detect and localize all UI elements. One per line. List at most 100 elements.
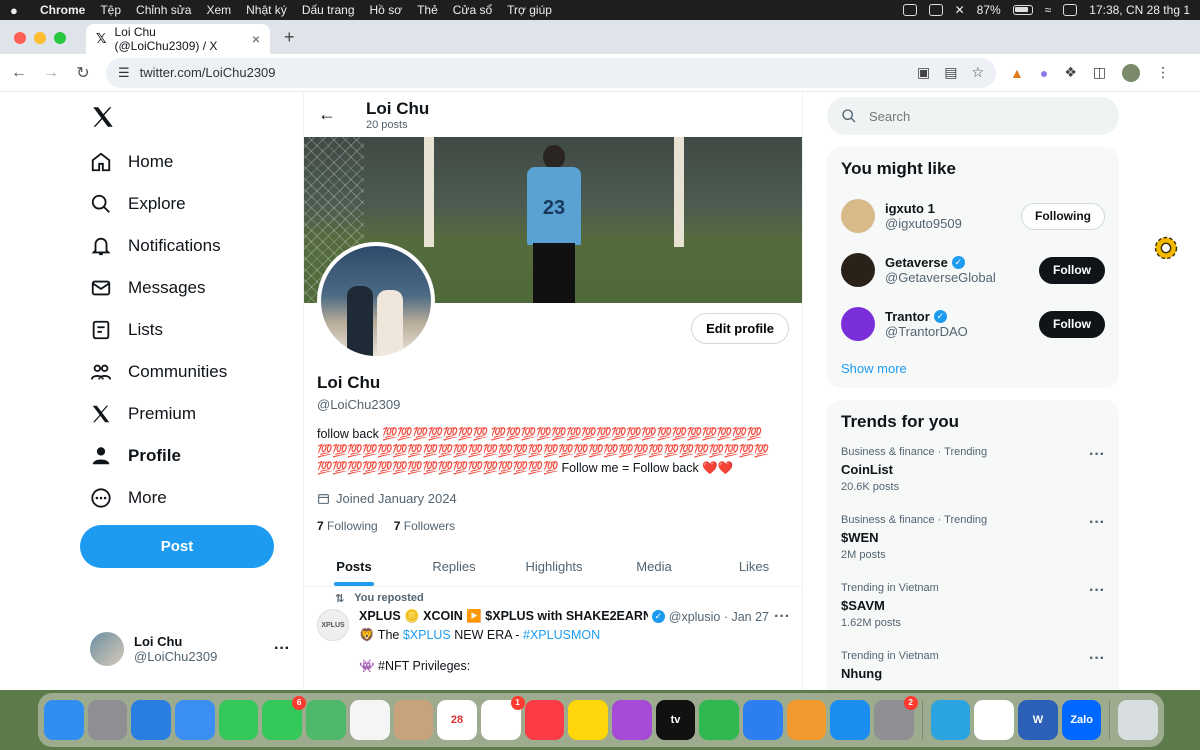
status-keyboard-icon[interactable] bbox=[928, 4, 943, 16]
dock-facetime-icon[interactable] bbox=[218, 700, 259, 740]
dock-reminders-icon[interactable]: 1 bbox=[480, 696, 525, 740]
hashtag-link[interactable]: #NFT bbox=[378, 659, 409, 673]
suggestion-avatar[interactable] bbox=[841, 199, 875, 233]
dock-maps-icon[interactable] bbox=[306, 700, 346, 740]
dock-word-icon[interactable]: W bbox=[1018, 700, 1058, 740]
dock-finder-icon[interactable] bbox=[44, 700, 84, 740]
dock-zalo-icon[interactable]: Zalo bbox=[1061, 700, 1102, 740]
post-button[interactable]: Post bbox=[80, 525, 274, 568]
kebab-menu-icon[interactable]: ⋮ bbox=[1156, 64, 1170, 81]
tweet-author[interactable]: XPLUS 🪙 XCOIN ▶️ $XPLUS with SHAKE2EARN bbox=[359, 609, 648, 624]
x-logo-icon[interactable] bbox=[90, 104, 116, 130]
followers-link[interactable]: 7 Followers bbox=[394, 519, 455, 533]
trend-more-icon[interactable]: ··· bbox=[1089, 446, 1105, 464]
extension-icon[interactable]: ● bbox=[1040, 65, 1048, 81]
zoom-window-button[interactable] bbox=[54, 32, 66, 44]
trend-more-icon[interactable]: ··· bbox=[1089, 650, 1105, 668]
minimize-window-button[interactable] bbox=[34, 32, 46, 44]
back-arrow-icon[interactable]: ← bbox=[318, 104, 336, 125]
menu-item-profiles[interactable]: Hồ sơ bbox=[370, 3, 403, 17]
address-bar[interactable]: ☰ twitter.com/LoiChu2309 ▣ ▤ ☆ bbox=[106, 57, 996, 88]
nav-lists[interactable]: Lists bbox=[90, 315, 163, 345]
nav-explore[interactable]: Explore bbox=[90, 189, 186, 219]
nav-notifications[interactable]: Notifications bbox=[90, 231, 221, 261]
search-box[interactable] bbox=[827, 97, 1119, 135]
bluetooth-icon[interactable]: ✕ bbox=[955, 3, 965, 17]
cashtag-link[interactable]: $XPLUS bbox=[403, 628, 451, 642]
install-app-icon[interactable]: ▣ bbox=[917, 64, 930, 81]
dock-numbers-icon[interactable] bbox=[699, 700, 739, 740]
new-tab-button[interactable]: + bbox=[284, 27, 295, 48]
suggestion-avatar[interactable] bbox=[841, 253, 875, 287]
gear-icon[interactable] bbox=[1152, 234, 1180, 262]
tweet-more-icon[interactable]: ··· bbox=[774, 608, 790, 626]
dock-app-store-icon[interactable] bbox=[830, 700, 871, 740]
apple-icon[interactable]: ● bbox=[10, 3, 26, 18]
bookmark-star-icon[interactable]: ☆ bbox=[971, 64, 984, 81]
trend-more-icon[interactable]: ··· bbox=[1089, 582, 1105, 600]
close-tab-icon[interactable]: × bbox=[252, 31, 260, 47]
side-panel-icon[interactable]: ◫ bbox=[1093, 64, 1106, 81]
tab-likes[interactable]: Likes bbox=[704, 547, 802, 586]
control-center-icon[interactable] bbox=[1063, 4, 1078, 16]
dock-photos-icon[interactable] bbox=[349, 700, 390, 740]
suggestion-item[interactable]: igxuto 1 @igxuto9509 Following bbox=[841, 189, 1105, 243]
tab-posts[interactable]: Posts bbox=[304, 547, 404, 586]
more-dots-icon[interactable]: ··· bbox=[274, 640, 290, 658]
menu-item-file[interactable]: Tệp bbox=[100, 3, 121, 17]
dock-system-settings-icon[interactable]: 2 bbox=[874, 696, 918, 740]
wifi-icon[interactable]: ≈ bbox=[1045, 3, 1052, 17]
forward-button[interactable]: → bbox=[42, 64, 60, 82]
battery-icon[interactable] bbox=[1012, 5, 1033, 15]
dock-telegram-icon[interactable] bbox=[930, 700, 971, 740]
nav-messages[interactable]: Messages bbox=[90, 273, 205, 303]
menu-item-bookmarks[interactable]: Dấu trang bbox=[302, 3, 355, 17]
trend-item[interactable]: Business & finance · Trending $WEN 2M po… bbox=[841, 510, 1105, 578]
dock-notes-icon[interactable] bbox=[568, 700, 608, 740]
close-window-button[interactable] bbox=[14, 32, 26, 44]
nav-home[interactable]: Home bbox=[90, 147, 173, 177]
reload-button[interactable]: ↻ bbox=[74, 63, 92, 83]
dock-tv-icon[interactable]: tv bbox=[655, 700, 696, 740]
puzzle-icon[interactable]: ❖ bbox=[1064, 64, 1077, 81]
tab-media[interactable]: Media bbox=[604, 547, 704, 586]
trend-item[interactable]: Business & finance · Trending CoinList 2… bbox=[841, 442, 1105, 510]
profile-picture[interactable] bbox=[317, 242, 435, 360]
trend-item[interactable]: Trending in Vietnam $SAVM 1.62M posts ··… bbox=[841, 578, 1105, 646]
tweet[interactable]: ⇅ You reposted XPLUS XPLUS 🪙 XCOIN ▶️ $X… bbox=[304, 592, 802, 674]
dock-safari-icon[interactable] bbox=[131, 700, 172, 740]
profile-avatar[interactable] bbox=[1122, 63, 1141, 82]
menu-item-tab[interactable]: Thẻ bbox=[417, 3, 438, 17]
show-more-link[interactable]: Show more bbox=[841, 361, 1105, 376]
dock-chrome-icon[interactable] bbox=[974, 700, 1015, 740]
trend-more-icon[interactable]: ··· bbox=[1089, 514, 1105, 532]
tweet-handle-time[interactable]: @xplusio · Jan 27 bbox=[669, 610, 769, 624]
dock-launchpad-icon[interactable] bbox=[87, 700, 128, 740]
tab-replies[interactable]: Replies bbox=[404, 547, 504, 586]
menu-item-history[interactable]: Nhật ký bbox=[246, 3, 287, 17]
hashtag-link[interactable]: #XPLUSMON bbox=[523, 628, 600, 642]
back-button[interactable]: ← bbox=[10, 64, 28, 82]
dock-trash-icon[interactable] bbox=[1118, 700, 1159, 740]
tweet-avatar[interactable]: XPLUS bbox=[317, 609, 349, 641]
follow-button[interactable]: Follow bbox=[1039, 310, 1105, 338]
menu-item-edit[interactable]: Chỉnh sửa bbox=[136, 3, 191, 17]
search-input[interactable] bbox=[869, 108, 1089, 124]
suggestion-item[interactable]: Trantor ✓ @TrantorDAO Follow bbox=[841, 297, 1105, 351]
menu-app-name[interactable]: Chrome bbox=[40, 3, 85, 17]
nav-premium[interactable]: Premium bbox=[90, 399, 196, 429]
menu-item-help[interactable]: Trợ giúp bbox=[507, 3, 552, 17]
menu-item-view[interactable]: Xem bbox=[206, 3, 231, 17]
status-app-icon[interactable] bbox=[902, 4, 917, 16]
metamask-icon[interactable]: ▲ bbox=[1010, 65, 1024, 81]
dock-music-icon[interactable] bbox=[524, 700, 565, 740]
follow-button[interactable]: Follow bbox=[1039, 256, 1105, 284]
translate-icon[interactable]: ▤ bbox=[944, 64, 957, 81]
following-button[interactable]: Following bbox=[1021, 202, 1105, 230]
nav-profile[interactable]: Profile bbox=[90, 441, 181, 471]
nav-more[interactable]: More bbox=[90, 483, 167, 513]
edit-profile-button[interactable]: Edit profile bbox=[691, 313, 789, 344]
dock-contacts-icon[interactable] bbox=[393, 700, 434, 740]
nav-communities[interactable]: Communities bbox=[90, 357, 227, 387]
trend-item[interactable]: Trending in Vietnam Nhung ··· bbox=[841, 646, 1105, 690]
